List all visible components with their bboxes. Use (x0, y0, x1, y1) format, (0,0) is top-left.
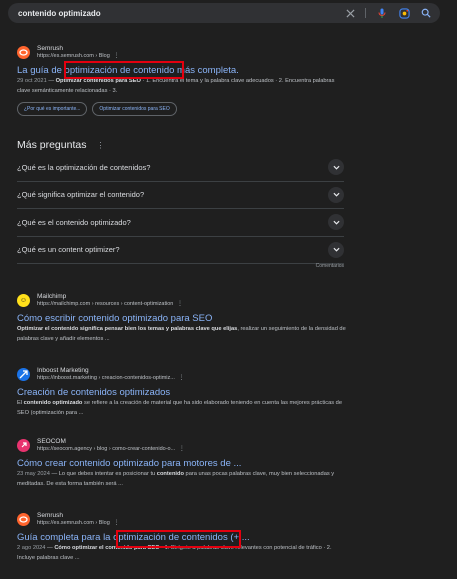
lens-icon[interactable] (398, 7, 410, 19)
result-title[interactable]: Creación de contenidos optimizados (17, 386, 347, 399)
result-source[interactable]: Inboost Marketing https://inboost.market… (17, 365, 347, 383)
site-name: Semrush (37, 44, 64, 52)
sitelink-chip[interactable]: ¿Por qué es importante... (17, 102, 88, 116)
paa-question[interactable]: ¿Qué es el contenido optimizado? (17, 209, 344, 237)
paa-question[interactable]: ¿Qué significa optimizar el contenido? (17, 182, 344, 209)
people-also-ask-list: ¿Qué es la optimización de contenidos? ¿… (17, 154, 344, 264)
result-snippet: 23 may 2024 — Lo que debes intentar es p… (17, 471, 335, 487)
sitelink-chips: ¿Por qué es importante... Optimizar cont… (17, 102, 347, 116)
more-vert-icon: ⋮ (111, 52, 120, 59)
people-also-ask-heading: Más preguntas ⋮ (17, 139, 105, 151)
mic-icon[interactable] (376, 7, 388, 19)
result-title[interactable]: Cómo escribir contenido optimizado para … (17, 312, 347, 325)
more-vert-icon: ⋮ (175, 300, 183, 307)
highlight-box (64, 61, 184, 79)
site-url: https://es.semrush.com › Blog ⋮ (37, 52, 120, 59)
more-vert-icon: ⋮ (111, 519, 120, 526)
chevron-down-icon[interactable] (328, 241, 344, 258)
divider (365, 8, 366, 18)
search-input[interactable] (18, 8, 334, 18)
chevron-down-icon[interactable] (328, 214, 344, 231)
site-url: https://seocom.agency › blog › como-crea… (37, 445, 185, 452)
paa-question[interactable]: ¿Qué es la optimización de contenidos? (17, 154, 344, 182)
site-name: Mailchimp (37, 292, 67, 300)
highlight-box (116, 530, 241, 548)
search-bar[interactable] (8, 3, 440, 23)
search-icon[interactable] (420, 7, 432, 19)
semrush-logo-icon (17, 45, 30, 59)
search-result: SEOCOM https://seocom.agency › blog › co… (17, 436, 347, 489)
semrush-logo-icon (17, 512, 30, 526)
sitelink-chip[interactable]: Optimizar contenidos para SEO (92, 102, 177, 116)
more-vert-icon: ⋮ (177, 445, 185, 452)
more-vert-icon: ⋮ (176, 374, 185, 381)
search-result: ☺ Mailchimp https://mailchimp.com › reso… (17, 291, 347, 344)
result-snippet: Optimizar el contenido significa pensar … (17, 326, 346, 342)
seocom-logo-icon (17, 438, 30, 452)
more-vert-icon[interactable]: ⋮ (96, 141, 104, 150)
search-result: Inboost Marketing https://inboost.market… (17, 365, 347, 418)
result-title[interactable]: Cómo crear contenido optimizado para mot… (17, 457, 347, 470)
paa-question[interactable]: ¿Qué es un content optimizer? (17, 237, 344, 264)
site-name: Inboost Marketing (37, 366, 89, 374)
result-source[interactable]: SEOCOM https://seocom.agency › blog › co… (17, 436, 347, 454)
search-result: Semrush https://es.semrush.com › Blog ⋮ … (17, 43, 347, 116)
site-url: https://inboost.marketing › creacion-con… (37, 374, 185, 381)
site-name: Semrush (37, 511, 64, 519)
site-name: SEOCOM (37, 437, 66, 445)
inboost-logo-icon (17, 367, 30, 381)
chevron-down-icon[interactable] (328, 159, 344, 176)
result-source[interactable]: Semrush https://es.semrush.com › Blog ⋮ (17, 510, 347, 528)
result-source[interactable]: Semrush https://es.semrush.com › Blog ⋮ (17, 43, 347, 61)
feedback-link[interactable]: Comentarios (316, 263, 344, 269)
result-snippet: 29 oct 2021 — Optimizar contenidos para … (17, 78, 335, 94)
site-url: https://es.semrush.com › Blog ⋮ (37, 519, 120, 526)
mailchimp-logo-icon: ☺ (17, 293, 30, 307)
result-source[interactable]: ☺ Mailchimp https://mailchimp.com › reso… (17, 291, 347, 309)
result-snippet: El contenido optimizado se refiere a la … (17, 400, 342, 416)
chevron-down-icon[interactable] (328, 186, 344, 203)
clear-icon[interactable] (344, 7, 356, 19)
site-url: https://mailchimp.com › resources › cont… (37, 300, 183, 307)
